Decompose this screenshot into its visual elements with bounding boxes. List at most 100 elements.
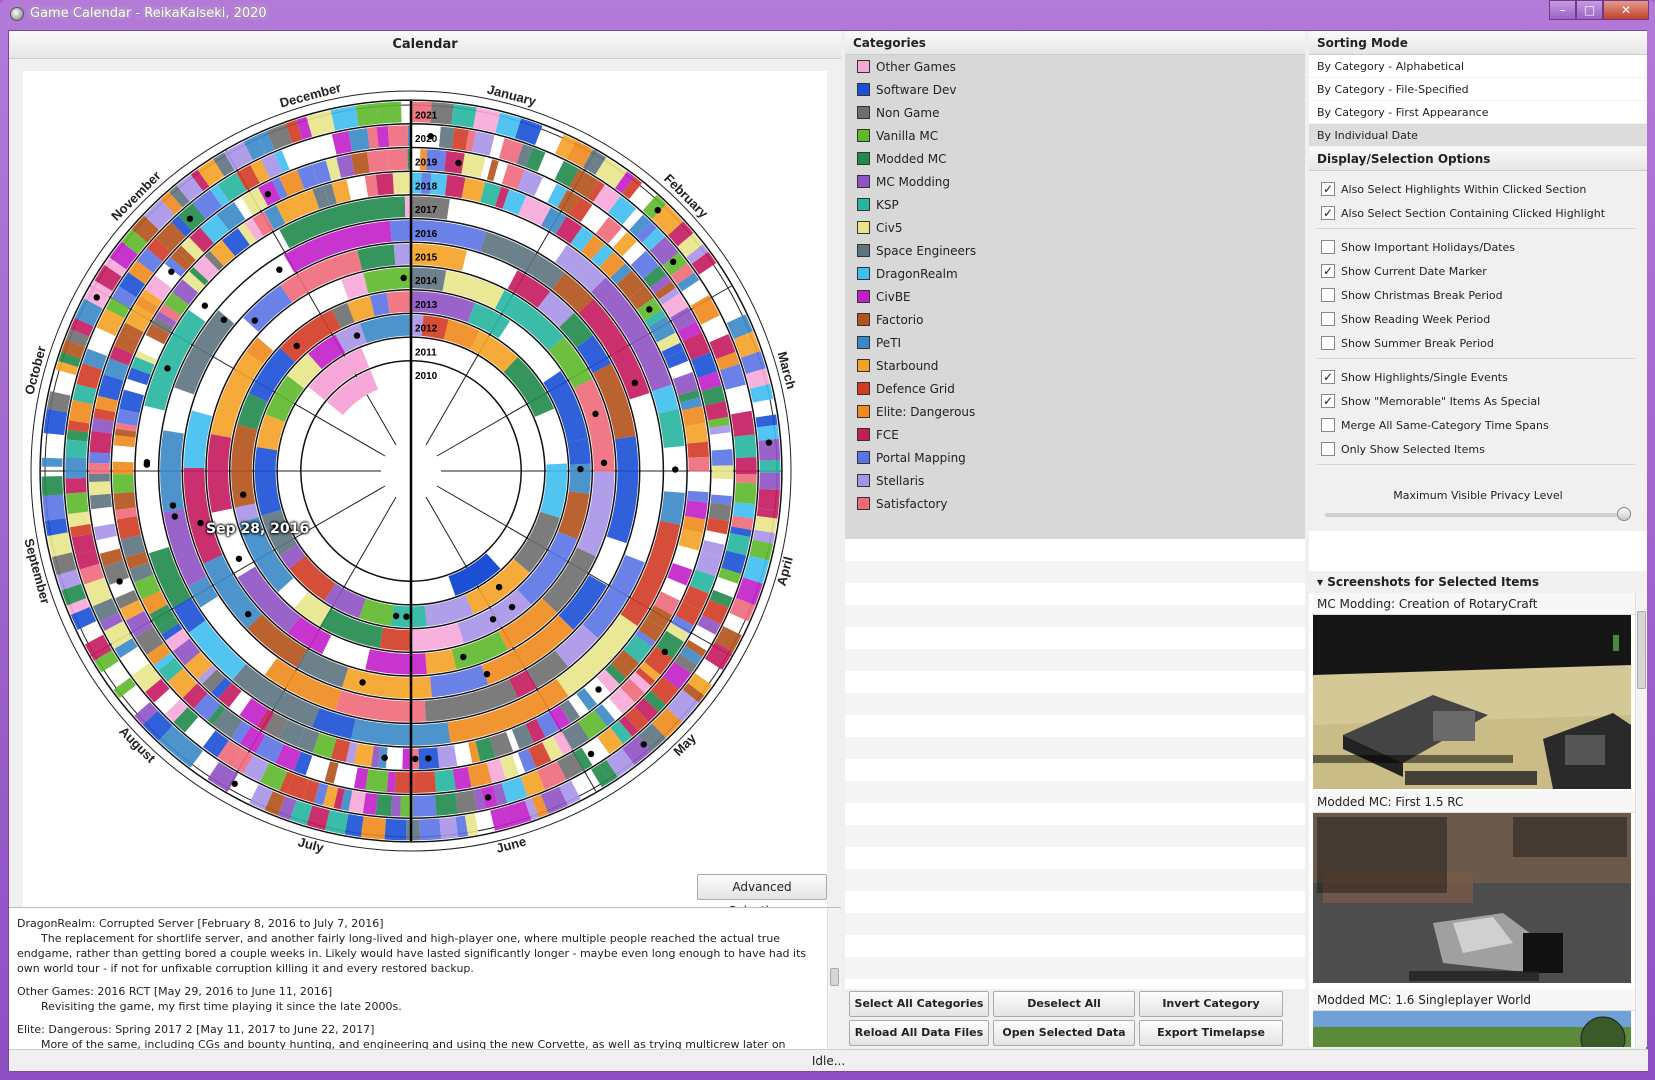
reload-data-files-button[interactable]: Reload All Data Files	[849, 1020, 989, 1046]
screenshot-image-rotarycraft[interactable]	[1313, 615, 1631, 789]
category-item[interactable]: Factorio	[845, 308, 1305, 331]
category-label: Defence Grid	[876, 381, 955, 396]
checkbox[interactable]: ✓	[1321, 394, 1335, 408]
screenshots-header[interactable]: ▾ Screenshots for Selected Items	[1309, 571, 1647, 593]
option-checkbox-row[interactable]: ✓ Show "Memorable" Items As Special	[1321, 391, 1540, 411]
checkbox[interactable]	[1321, 336, 1335, 350]
category-item[interactable]: Elite: Dangerous	[845, 400, 1305, 423]
option-checkbox-row[interactable]: ✓ Also Select Section Containing Clicked …	[1321, 203, 1605, 223]
sorting-mode-item[interactable]: By Category - File-Specified	[1309, 78, 1647, 101]
category-label: Non Game	[876, 105, 940, 120]
category-item[interactable]: MC Modding	[845, 170, 1305, 193]
sorting-mode-list[interactable]: By Category - Alphabetical By Category - …	[1309, 55, 1647, 147]
sorting-mode-item[interactable]: By Individual Date	[1309, 124, 1647, 147]
checkbox[interactable]	[1321, 418, 1335, 432]
screenshot-image-16-singleplayer[interactable]	[1313, 1011, 1631, 1047]
option-checkbox-row[interactable]: Show Christmas Break Period	[1321, 285, 1503, 305]
privacy-slider-knob[interactable]	[1617, 507, 1631, 521]
option-checkbox-row[interactable]: Only Show Selected Items	[1321, 439, 1485, 459]
category-item[interactable]: Software Dev	[845, 78, 1305, 101]
event-span	[735, 457, 757, 475]
category-item[interactable]: Portal Mapping	[845, 446, 1305, 469]
year-label: 2017	[415, 205, 438, 216]
advanced-selection-button[interactable]: Advanced Selection...	[697, 874, 827, 918]
screenshots-scrollbar[interactable]	[1635, 593, 1647, 1047]
event-span	[471, 131, 495, 156]
category-label: Starbound	[876, 358, 939, 373]
description-scrollbar[interactable]	[827, 908, 841, 1069]
checkbox[interactable]: ✓	[1321, 182, 1335, 196]
open-selected-data-files-button[interactable]: Open Selected Data Files	[993, 1020, 1135, 1063]
highlight-dot	[654, 206, 661, 214]
screenshot-image-first-15-rc[interactable]	[1313, 813, 1631, 983]
invert-category-selection-button[interactable]: Invert Category Selection	[1139, 991, 1283, 1034]
category-item[interactable]: Space Engineers	[845, 239, 1305, 262]
category-color-swatch	[857, 221, 870, 234]
category-item[interactable]: Stellaris	[845, 469, 1305, 492]
category-label: Stellaris	[876, 473, 925, 488]
close-button[interactable]: ✕	[1603, 0, 1649, 20]
year-label: 2016	[415, 229, 438, 240]
scroll-thumb[interactable]	[1637, 611, 1646, 689]
sorting-mode-item[interactable]: By Category - Alphabetical	[1309, 55, 1647, 78]
calendar-wheel[interactable]: 2010 2011 2012 2013 2014 2015 2016 2017 2018 2019…	[23, 71, 827, 861]
option-checkbox-row[interactable]: Show Summer Break Period	[1321, 333, 1494, 353]
year-label: 2010	[415, 371, 438, 382]
event-span	[412, 795, 437, 817]
event-span	[461, 153, 486, 178]
category-item[interactable]: FCE	[845, 423, 1305, 446]
minimize-button[interactable]: –	[1549, 0, 1576, 20]
deselect-all-categories-button[interactable]: Deselect All Categories	[993, 991, 1135, 1034]
description-box[interactable]: DragonRealm: Corrupted Server [February …	[9, 907, 841, 1069]
checkbox[interactable]	[1321, 312, 1335, 326]
category-item[interactable]: Other Games	[845, 55, 1305, 78]
event-span	[756, 424, 780, 441]
category-item[interactable]: Vanilla MC	[845, 124, 1305, 147]
option-label: Merge All Same-Category Time Spans	[1341, 418, 1549, 432]
sorting-mode-item[interactable]: By Category - First Appearance	[1309, 101, 1647, 124]
option-checkbox-row[interactable]: ✓ Also Select Highlights Within Clicked S…	[1321, 179, 1586, 199]
category-item[interactable]: Satisfactory	[845, 492, 1305, 515]
privacy-level-slider[interactable]	[1325, 507, 1631, 521]
category-item[interactable]: Non Game	[845, 101, 1305, 124]
checkbox[interactable]	[1321, 442, 1335, 456]
category-item[interactable]: Civ5	[845, 216, 1305, 239]
collapse-triangle-icon[interactable]: ▾	[1317, 575, 1327, 589]
checkbox[interactable]	[1321, 288, 1335, 302]
screenshots-area[interactable]: MC Modding: Creation of RotaryCraft Modd…	[1309, 593, 1647, 1047]
category-item[interactable]: DragonRealm	[845, 262, 1305, 285]
scroll-thumb[interactable]	[830, 968, 839, 986]
category-item[interactable]: Starbound	[845, 354, 1305, 377]
option-checkbox-row[interactable]: ✓ Show Highlights/Single Events	[1321, 367, 1508, 387]
option-checkbox-row[interactable]: Merge All Same-Category Time Spans	[1321, 415, 1549, 435]
maximize-button[interactable]: □	[1576, 0, 1603, 20]
category-item[interactable]: PeTI	[845, 331, 1305, 354]
event-span	[113, 491, 136, 511]
event-span	[387, 125, 409, 147]
category-list[interactable]: Other Games Software Dev Non Game Vanilla M…	[845, 55, 1305, 539]
category-item[interactable]: Modded MC	[845, 147, 1305, 170]
event-span	[65, 478, 87, 494]
description-list: DragonRealm: Corrupted Server [February …	[9, 908, 841, 1052]
event-span	[355, 103, 379, 127]
option-checkbox-row[interactable]: Show Reading Week Period	[1321, 309, 1490, 329]
year-label: 2015	[415, 253, 438, 264]
title-bar[interactable]: Game Calendar - ReikaKalseki, 2020 – □ ✕	[0, 0, 1655, 28]
category-item[interactable]: KSP	[845, 193, 1305, 216]
option-checkbox-row[interactable]: Show Important Holidays/Dates	[1321, 237, 1515, 257]
category-item[interactable]: Defence Grid	[845, 377, 1305, 400]
export-timelapse-video-button[interactable]: Export Timelapse Video	[1139, 1020, 1283, 1063]
option-checkbox-row[interactable]: ✓ Show Current Date Marker	[1321, 261, 1487, 281]
event-span	[376, 101, 402, 124]
checkbox[interactable]: ✓	[1321, 370, 1335, 384]
calendar-area[interactable]: 2010 2011 2012 2013 2014 2015 2016 2017 2018 2019…	[23, 71, 827, 918]
select-all-categories-button[interactable]: Select All Categories	[849, 991, 989, 1017]
category-list-empty-area	[845, 539, 1305, 1009]
event-span	[376, 126, 390, 148]
month-label: April	[774, 555, 796, 587]
category-item[interactable]: CivBE	[845, 285, 1305, 308]
checkbox[interactable]: ✓	[1321, 264, 1335, 278]
checkbox[interactable]	[1321, 240, 1335, 254]
highlight-dot	[93, 294, 100, 301]
checkbox[interactable]: ✓	[1321, 206, 1335, 220]
